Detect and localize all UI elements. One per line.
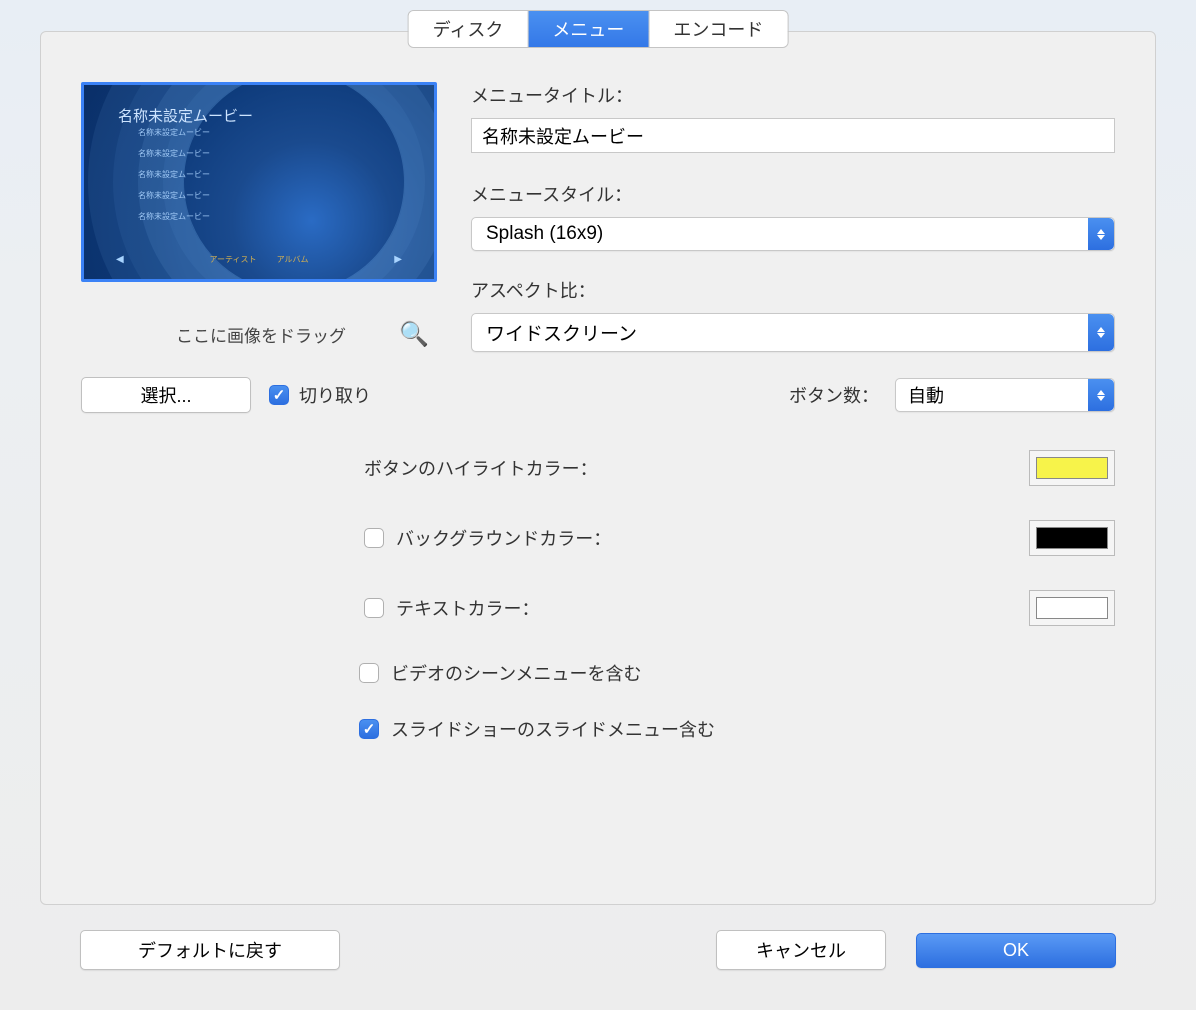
slide-menu-label: スライドショーのスライドメニュー含む: [391, 716, 715, 742]
select-image-button[interactable]: 選択...: [81, 377, 251, 413]
background-color-label: バックグラウンドカラー：: [396, 525, 611, 551]
restore-defaults-button[interactable]: デフォルトに戻す: [80, 930, 340, 970]
preview-prev-arrow-icon: ◀: [116, 254, 124, 265]
aspect-ratio-label: アスペクト比：: [471, 277, 1115, 303]
highlight-color-label: ボタンのハイライトカラー：: [364, 455, 598, 481]
dialog-button-bar: デフォルトに戻す キャンセル OK: [80, 930, 1116, 970]
background-color-checkbox[interactable]: [364, 528, 384, 548]
tab-bar: ディスク メニュー エンコード: [409, 11, 788, 47]
scene-menu-label: ビデオのシーンメニューを含む: [391, 660, 642, 686]
text-color-swatch: [1036, 597, 1108, 619]
dropdown-arrows-icon: [1088, 314, 1114, 351]
tab-menu[interactable]: メニュー: [528, 11, 649, 47]
menu-title-input[interactable]: [471, 118, 1115, 153]
preview-item: 名称未設定ムービー: [138, 211, 210, 222]
crop-label: 切り取り: [299, 382, 371, 408]
aspect-ratio-value: ワイドスクリーン: [472, 314, 1088, 351]
tab-disc[interactable]: ディスク: [409, 11, 529, 47]
dropdown-arrows-icon: [1088, 218, 1114, 250]
ok-button[interactable]: OK: [916, 933, 1116, 968]
settings-panel: 名称未設定ムービー 名称未設定ムービー 名称未設定ムービー 名称未設定ムービー …: [40, 31, 1156, 905]
text-color-checkbox[interactable]: [364, 598, 384, 618]
drag-image-hint: ここに画像をドラッグ: [176, 322, 346, 347]
cancel-button[interactable]: キャンセル: [716, 930, 886, 970]
menu-preview-thumbnail[interactable]: 名称未設定ムービー 名称未設定ムービー 名称未設定ムービー 名称未設定ムービー …: [81, 82, 437, 282]
preview-next-arrow-icon: ▶: [394, 254, 402, 265]
button-count-value: 自動: [896, 379, 1088, 411]
button-count-select[interactable]: 自動: [895, 378, 1115, 412]
scene-menu-checkbox[interactable]: [359, 663, 379, 683]
preview-title: 名称未設定ムービー: [118, 105, 253, 126]
preview-item: 名称未設定ムービー: [138, 169, 210, 180]
highlight-color-swatch: [1036, 457, 1108, 479]
preview-nav-artist: アーティスト: [210, 254, 257, 265]
highlight-color-well[interactable]: [1029, 450, 1115, 486]
menu-style-select[interactable]: Splash (16x9): [471, 217, 1115, 251]
text-color-well[interactable]: [1029, 590, 1115, 626]
preview-item: 名称未設定ムービー: [138, 148, 210, 159]
button-count-label: ボタン数：: [789, 382, 879, 408]
magnify-icon[interactable]: 🔍: [399, 320, 429, 349]
preview-item-list: 名称未設定ムービー 名称未設定ムービー 名称未設定ムービー 名称未設定ムービー …: [138, 127, 210, 232]
preview-item: 名称未設定ムービー: [138, 190, 210, 201]
crop-checkbox[interactable]: [269, 385, 289, 405]
menu-title-label: メニュータイトル：: [471, 82, 1115, 108]
background-color-well[interactable]: [1029, 520, 1115, 556]
dropdown-arrows-icon: [1088, 379, 1114, 411]
preview-nav-album: アルバム: [277, 254, 309, 265]
slide-menu-checkbox[interactable]: [359, 719, 379, 739]
menu-style-value: Splash (16x9): [472, 218, 1088, 250]
tab-encode[interactable]: エンコード: [649, 11, 787, 47]
aspect-ratio-select[interactable]: ワイドスクリーン: [471, 313, 1115, 352]
preview-item: 名称未設定ムービー: [138, 127, 210, 138]
menu-style-label: メニュースタイル：: [471, 181, 1115, 207]
text-color-label: テキストカラー：: [396, 595, 539, 621]
background-color-swatch: [1036, 527, 1108, 549]
